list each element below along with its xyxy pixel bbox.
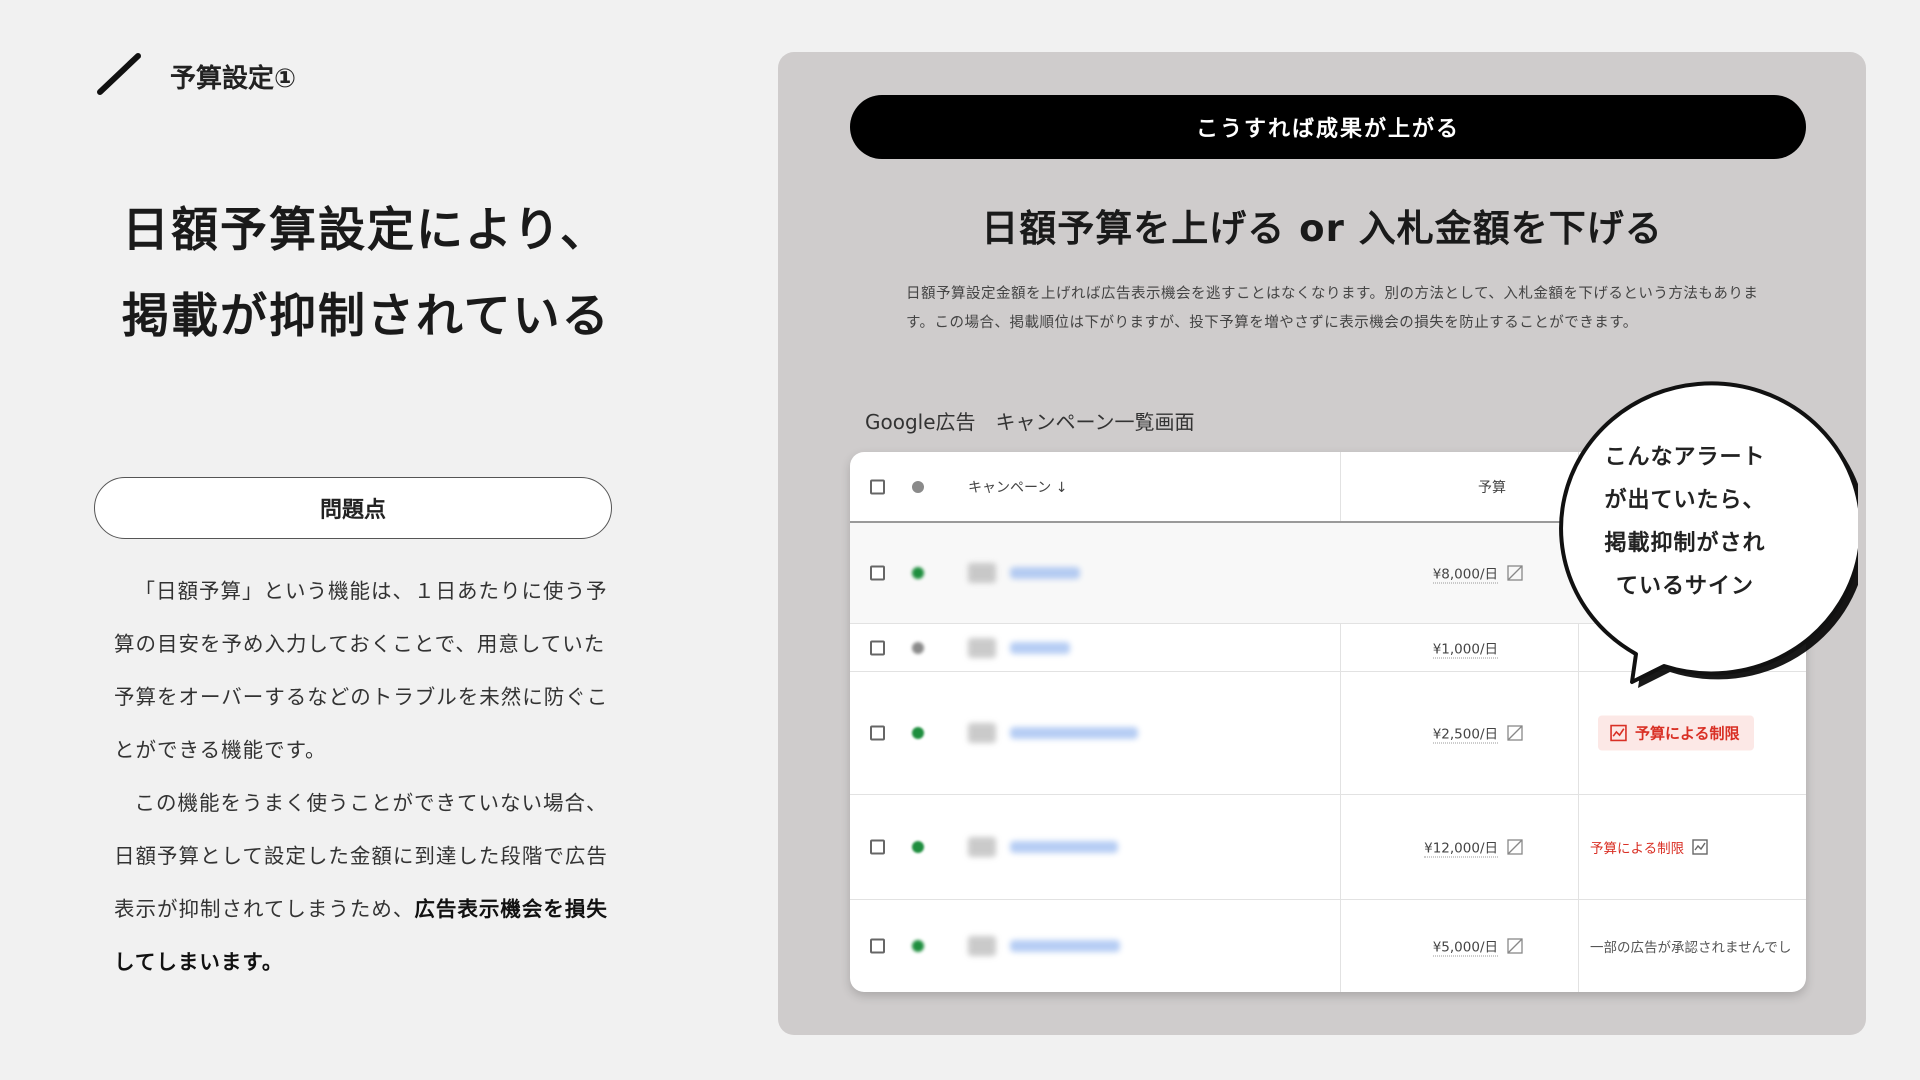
budget-chart-icon[interactable] bbox=[1507, 938, 1523, 954]
enabled-status-icon bbox=[912, 841, 924, 853]
trend-chart-icon[interactable] bbox=[1692, 839, 1708, 855]
bubble-callout-text: こんなアラート が出ていたら、 掲載抑制がされ ているサイン bbox=[1540, 436, 1830, 608]
bubble-line: こんなアラート bbox=[1604, 445, 1766, 470]
row-checkbox[interactable] bbox=[870, 565, 885, 581]
status-dot-header bbox=[912, 480, 924, 493]
campaign-name-blurred[interactable] bbox=[1010, 727, 1138, 739]
row-checkbox[interactable] bbox=[870, 938, 885, 954]
enabled-status-icon bbox=[912, 940, 924, 952]
campaign-name-blurred[interactable] bbox=[1010, 841, 1118, 853]
status-text: 予算による制限 bbox=[1590, 841, 1685, 857]
campaign-name-blurred[interactable] bbox=[1010, 567, 1080, 579]
status-text: 予算による制限 bbox=[1635, 724, 1740, 743]
problem-label: 問題点 bbox=[319, 498, 386, 523]
slash-icon bbox=[97, 53, 141, 95]
table-row[interactable]: ¥5,000/日 一部の広告が承認されませんでし bbox=[850, 900, 1806, 992]
campaign-type-icon bbox=[968, 936, 996, 956]
main-headline: 日額予算設定により、 掲載が抑制されている bbox=[122, 188, 611, 360]
column-header-budget[interactable]: 予算 bbox=[1478, 477, 1506, 497]
campaign-name-blurred[interactable] bbox=[1010, 940, 1120, 952]
bubble-line: 掲載抑制がされ bbox=[1604, 531, 1766, 556]
problem-description: 「日額予算」という機能は、１日あたりに使う予算の目安を予め入力しておくことで、用… bbox=[114, 565, 614, 989]
limited-by-budget-chip[interactable]: 予算による制限 bbox=[1598, 715, 1754, 751]
limited-by-budget-status[interactable]: 予算による制限 bbox=[1590, 837, 1708, 857]
solution-description: 日額予算設定金額を上げれば広告表示機会を逃すことはなくなります。別の方法として、… bbox=[906, 286, 1759, 331]
row-checkbox[interactable] bbox=[870, 839, 885, 855]
select-all-checkbox[interactable] bbox=[870, 479, 885, 494]
budget-value[interactable]: ¥8,000/日 bbox=[1432, 563, 1498, 584]
campaign-type-icon bbox=[968, 563, 996, 583]
enabled-status-icon bbox=[912, 727, 924, 739]
table-row[interactable]: ¥2,500/日 予算による制限 bbox=[850, 672, 1806, 795]
banner-text: こうすれば成果が上がる bbox=[1195, 117, 1460, 142]
solution-banner: こうすれば成果が上がる bbox=[850, 95, 1806, 159]
section-title: 予算設定① bbox=[170, 64, 297, 94]
budget-chart-icon[interactable] bbox=[1507, 725, 1523, 741]
budget-value[interactable]: ¥2,500/日 bbox=[1432, 723, 1498, 744]
disapproved-ads-status[interactable]: 一部の広告が承認されませんでし bbox=[1590, 936, 1791, 956]
column-header-campaign[interactable]: キャンペーン ↓ bbox=[968, 477, 1067, 497]
budget-value[interactable]: ¥12,000/日 bbox=[1424, 837, 1498, 858]
row-checkbox[interactable] bbox=[870, 725, 885, 741]
headline-line-2: 掲載が抑制されている bbox=[122, 289, 611, 344]
campaign-type-icon bbox=[968, 837, 996, 857]
paragraph-2: この機能をうまく使うことができていない場合、日額予算として設定した金額に到達した… bbox=[114, 777, 614, 989]
paused-status-icon bbox=[912, 641, 924, 654]
enabled-status-icon bbox=[912, 567, 924, 579]
problem-label-pill: 問題点 bbox=[94, 477, 612, 539]
bubble-line: ているサイン bbox=[1615, 574, 1754, 599]
budget-value[interactable]: ¥5,000/日 bbox=[1432, 936, 1498, 957]
budget-chart-icon[interactable] bbox=[1507, 565, 1523, 581]
campaign-name-blurred[interactable] bbox=[1010, 641, 1070, 654]
budget-value[interactable]: ¥1,000/日 bbox=[1432, 637, 1498, 658]
budget-chart-icon[interactable] bbox=[1507, 839, 1523, 855]
campaign-type-icon bbox=[968, 723, 996, 743]
trend-chart-icon bbox=[1610, 724, 1627, 742]
row-checkbox[interactable] bbox=[870, 640, 885, 655]
headline-line-1: 日額予算設定により、 bbox=[122, 203, 610, 258]
screenshot-caption: Google広告 キャンペーン一覧画面 bbox=[865, 410, 1195, 434]
campaign-type-icon bbox=[968, 637, 996, 658]
bubble-line: が出ていたら、 bbox=[1604, 488, 1766, 513]
solution-headline: 日額予算を上げる or 入札金額を下げる bbox=[981, 207, 1663, 250]
table-row[interactable]: ¥12,000/日 予算による制限 bbox=[850, 795, 1806, 900]
paragraph-1: 「日額予算」という機能は、１日あたりに使う予算の目安を予め入力しておくことで、用… bbox=[114, 579, 609, 762]
